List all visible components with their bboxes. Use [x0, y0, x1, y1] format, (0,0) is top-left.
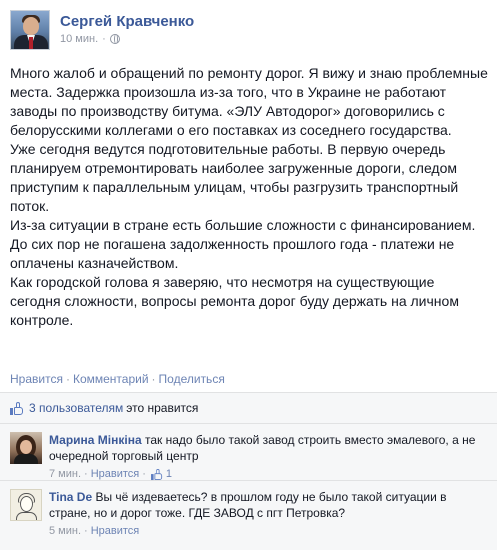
- post-paragraph: Уже сегодня ведутся подготовительные раб…: [10, 141, 459, 214]
- post-actions: Нравится · Комментарий · Поделиться: [10, 372, 225, 386]
- comment-body: Tina De Вы чё издеваетесь? в прошлом год…: [49, 489, 487, 550]
- commenter-name[interactable]: Марина Мінкіна: [49, 433, 142, 447]
- post-body: Много жалоб и обращений по ремонту дорог…: [10, 64, 488, 330]
- likes-summary: 3 пользователям это нравится: [0, 393, 497, 424]
- comment-timestamp[interactable]: 5 мин.: [49, 523, 81, 539]
- post-header: Сергей Кравченко 10 мин. ·: [10, 10, 194, 54]
- comment-like-number: 1: [165, 468, 173, 480]
- likes-suffix: это нравится: [126, 401, 199, 415]
- comment: Марина Мінкіна так надо было такой завод…: [0, 424, 497, 481]
- comment-link[interactable]: Комментарий: [73, 372, 149, 386]
- commenter-avatar[interactable]: [10, 489, 42, 521]
- author-avatar[interactable]: [10, 10, 50, 50]
- action-separator: ·: [65, 372, 70, 386]
- post-meta: 10 мин. ·: [60, 33, 194, 45]
- meta-separator: ·: [84, 525, 88, 537]
- facebook-post: Сергей Кравченко 10 мин. · Много жалоб и…: [0, 0, 497, 550]
- post-paragraph: Как городской голова я заверяю, что несм…: [10, 274, 459, 328]
- meta-separator: ·: [142, 468, 146, 480]
- feedback-section: 3 пользователям это нравится Марина Мінк…: [0, 392, 497, 550]
- thumbs-up-icon: [10, 401, 24, 415]
- comment-like-link[interactable]: Нравится: [91, 466, 140, 482]
- author-block: Сергей Кравченко 10 мин. ·: [60, 10, 194, 54]
- post-paragraph: Из-за ситуации в стране есть большие сло…: [10, 217, 476, 271]
- author-name[interactable]: Сергей Кравченко: [60, 13, 194, 30]
- like-link[interactable]: Нравится: [10, 372, 63, 386]
- post-timestamp[interactable]: 10 мин.: [60, 33, 98, 45]
- likers-link[interactable]: 3 пользователям: [29, 401, 123, 415]
- comment-like-link[interactable]: Нравится: [91, 523, 140, 539]
- commenter-avatar[interactable]: [10, 432, 42, 464]
- comment-like-count[interactable]: 1: [150, 466, 172, 482]
- share-link[interactable]: Поделиться: [159, 372, 225, 386]
- commenter-name[interactable]: Tina De: [49, 490, 92, 504]
- meta-separator: ·: [84, 468, 88, 480]
- comment: Tina De Вы чё издеваетесь? в прошлом год…: [0, 481, 497, 550]
- comment-timestamp[interactable]: 7 мин.: [49, 466, 81, 482]
- comment-body: Марина Мінкіна так надо было такой завод…: [49, 432, 487, 480]
- post-paragraph: Много жалоб и обращений по ремонту дорог…: [10, 65, 488, 138]
- comment-meta: 5 мин. · Нравится: [49, 523, 487, 539]
- action-separator: ·: [151, 372, 156, 386]
- thumbs-up-icon: [150, 468, 163, 480]
- comment-text: Вы чё издеваетесь? в прошлом году не был…: [49, 490, 447, 520]
- meta-separator: ·: [102, 33, 106, 45]
- globe-icon[interactable]: [109, 34, 120, 44]
- comment-meta: 7 мин. · Нравится · 1: [49, 466, 487, 482]
